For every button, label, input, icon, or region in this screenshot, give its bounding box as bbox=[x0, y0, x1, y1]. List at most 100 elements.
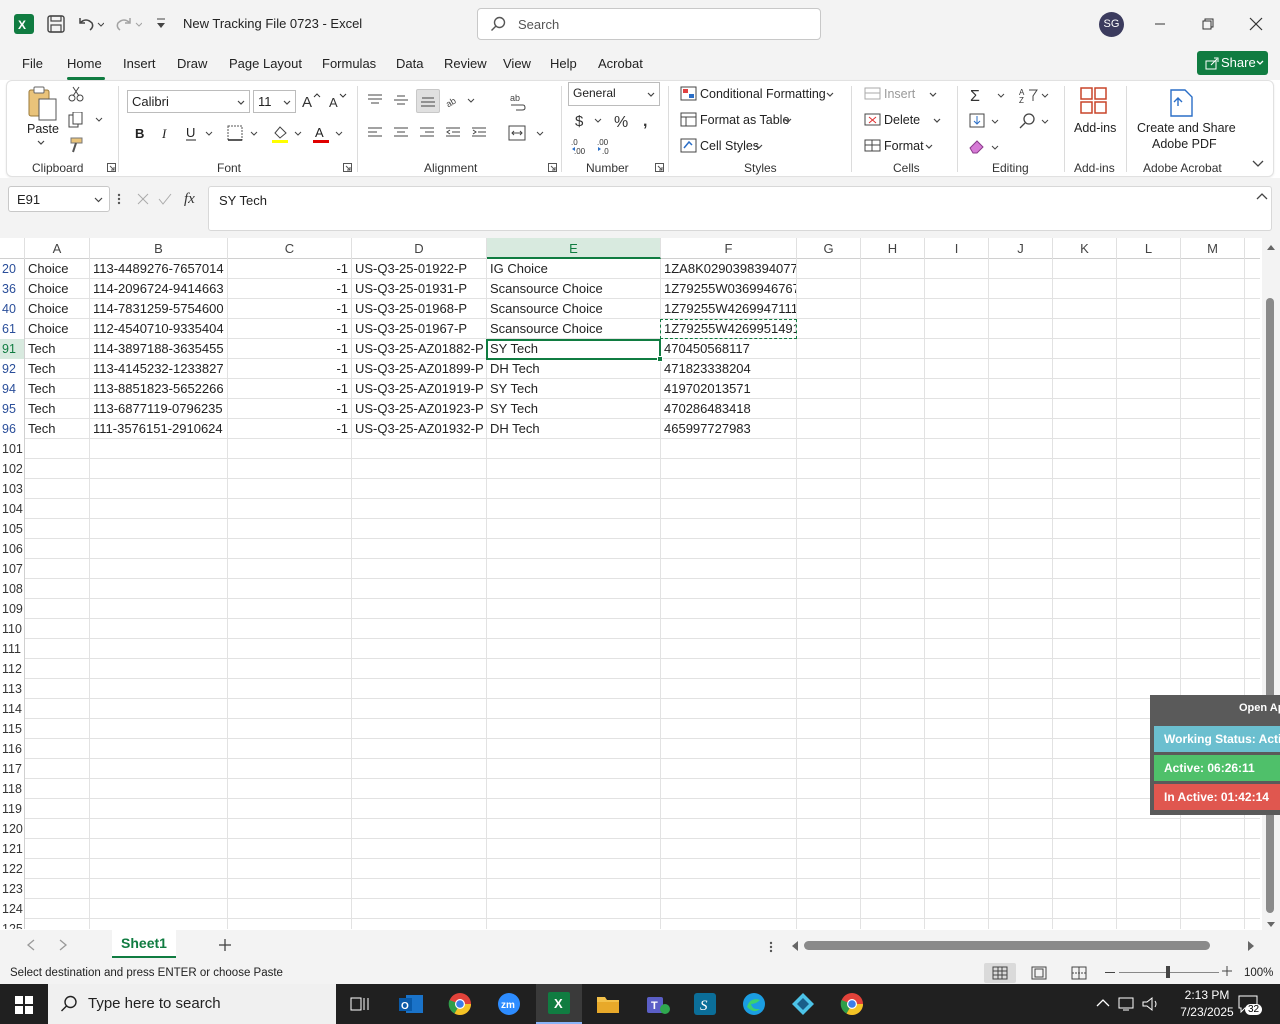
scroll-left-icon[interactable] bbox=[790, 940, 800, 952]
cell-a[interactable]: Choice bbox=[25, 319, 89, 339]
tab-home[interactable]: Home bbox=[67, 56, 102, 71]
cell-f[interactable]: 1Z79255W4269947111 bbox=[661, 299, 796, 319]
insert-function-icon[interactable]: fx bbox=[183, 189, 201, 207]
increase-decimal-icon[interactable]: .0.00 bbox=[571, 137, 591, 155]
align-left-icon[interactable] bbox=[367, 126, 383, 140]
row-header[interactable]: 110 bbox=[0, 619, 25, 639]
table-row[interactable]: 111 bbox=[0, 639, 1260, 659]
zoom-out-icon[interactable] bbox=[1105, 972, 1115, 973]
sort-filter-icon[interactable]: AZ bbox=[1018, 86, 1052, 104]
edge-icon[interactable] bbox=[742, 992, 766, 1016]
table-row[interactable]: 104 bbox=[0, 499, 1260, 519]
fill-icon[interactable] bbox=[968, 112, 1002, 130]
cell-c[interactable]: -1 bbox=[228, 399, 351, 419]
cell-a[interactable]: Tech bbox=[25, 399, 89, 419]
row-header[interactable]: 96 bbox=[0, 419, 25, 439]
column-header[interactable]: I bbox=[925, 238, 989, 259]
table-row[interactable]: 116 bbox=[0, 739, 1260, 759]
cell-a[interactable]: Tech bbox=[25, 419, 89, 439]
table-row[interactable]: 123 bbox=[0, 879, 1260, 899]
table-row[interactable]: 109 bbox=[0, 599, 1260, 619]
tab-file[interactable]: File bbox=[22, 56, 43, 71]
table-row[interactable]: 40 Choice 114-7831259-5754600 -1 US-Q3-25-01… bbox=[0, 299, 1260, 319]
row-header[interactable]: 94 bbox=[0, 379, 25, 399]
row-header[interactable]: 92 bbox=[0, 359, 25, 379]
column-header[interactable]: F bbox=[661, 238, 797, 259]
row-header[interactable]: 120 bbox=[0, 819, 25, 839]
align-middle-icon[interactable] bbox=[393, 92, 409, 108]
dialog-launcher-icon[interactable] bbox=[107, 163, 116, 172]
tab-data[interactable]: Data bbox=[396, 56, 423, 71]
row-header[interactable]: 123 bbox=[0, 879, 25, 899]
page-layout-view-icon[interactable] bbox=[1031, 966, 1047, 980]
row-header[interactable]: 111 bbox=[0, 639, 25, 659]
table-row[interactable]: 121 bbox=[0, 839, 1260, 859]
zoom-in-icon[interactable] bbox=[1222, 966, 1232, 976]
task-view-icon[interactable] bbox=[350, 995, 370, 1013]
app-diamond-icon[interactable] bbox=[791, 992, 815, 1016]
tab-acrobat[interactable]: Acrobat bbox=[598, 56, 643, 71]
underline-icon[interactable]: U bbox=[184, 124, 216, 142]
create-pdf-icon[interactable] bbox=[1168, 88, 1196, 118]
format-cells-button[interactable]: Format bbox=[884, 139, 924, 153]
normal-view-icon[interactable] bbox=[984, 963, 1016, 983]
row-header[interactable]: 101 bbox=[0, 439, 25, 459]
format-as-table-button[interactable]: Format as Table bbox=[700, 113, 789, 127]
table-row[interactable]: 96 Tech 111-3576151-2910624 -1 US-Q3-25-AZ01… bbox=[0, 419, 1260, 439]
clear-icon[interactable] bbox=[968, 138, 1002, 156]
row-header[interactable]: 95 bbox=[0, 399, 25, 419]
cell-e[interactable]: Scansource Choice bbox=[487, 319, 660, 339]
bold-icon[interactable]: B bbox=[133, 124, 147, 142]
chrome-icon[interactable] bbox=[448, 992, 472, 1016]
add-sheet-icon[interactable] bbox=[218, 938, 232, 952]
cell-e[interactable]: DH Tech bbox=[487, 359, 660, 379]
align-top-icon[interactable] bbox=[367, 92, 383, 108]
undo-icon[interactable] bbox=[76, 15, 104, 33]
collapse-ribbon-icon[interactable] bbox=[1252, 160, 1264, 168]
cell-a[interactable]: Choice bbox=[25, 279, 89, 299]
currency-icon[interactable]: $ bbox=[573, 112, 605, 130]
cell-b[interactable]: 111-3576151-2910624 bbox=[90, 419, 227, 439]
chevron-up-icon[interactable] bbox=[1096, 998, 1110, 1008]
save-icon[interactable] bbox=[47, 15, 65, 33]
row-header[interactable]: 117 bbox=[0, 759, 25, 779]
cell-a[interactable]: Tech bbox=[25, 359, 89, 379]
avatar[interactable]: SG bbox=[1099, 12, 1124, 37]
cut-icon[interactable] bbox=[68, 86, 84, 102]
column-header[interactable]: A bbox=[25, 238, 90, 259]
chrome-icon[interactable] bbox=[840, 992, 864, 1016]
row-header[interactable]: 122 bbox=[0, 859, 25, 879]
tab-review[interactable]: Review bbox=[444, 56, 487, 71]
scroll-right-icon[interactable] bbox=[1246, 940, 1256, 952]
network-icon[interactable] bbox=[1118, 996, 1136, 1012]
column-header[interactable]: E bbox=[487, 238, 661, 259]
cancel-icon[interactable] bbox=[136, 192, 150, 206]
row-header[interactable]: 104 bbox=[0, 499, 25, 519]
row-header[interactable]: 115 bbox=[0, 719, 25, 739]
cell-e[interactable]: SY Tech bbox=[487, 379, 660, 399]
row-header[interactable]: 125 bbox=[0, 919, 25, 929]
dialog-launcher-icon[interactable] bbox=[343, 163, 352, 172]
autosum-icon[interactable]: Σ bbox=[968, 86, 1008, 104]
row-header[interactable]: 20 bbox=[0, 259, 25, 279]
close-icon[interactable] bbox=[1244, 12, 1268, 36]
table-row[interactable]: 114 bbox=[0, 699, 1260, 719]
cell-f[interactable]: 1ZA8K0290398394077 bbox=[661, 259, 796, 279]
row-header[interactable]: 113 bbox=[0, 679, 25, 699]
zoom-slider-thumb[interactable] bbox=[1166, 966, 1170, 978]
restore-icon[interactable] bbox=[1196, 12, 1220, 36]
column-header[interactable]: B bbox=[90, 238, 228, 259]
table-row[interactable]: 92 Tech 113-4145232-1233827 -1 US-Q3-25-AZ01… bbox=[0, 359, 1260, 379]
row-header[interactable]: 106 bbox=[0, 539, 25, 559]
percent-icon[interactable]: % bbox=[613, 112, 631, 130]
row-header[interactable]: 108 bbox=[0, 579, 25, 599]
select-all-corner[interactable] bbox=[0, 238, 25, 259]
row-header[interactable]: 119 bbox=[0, 799, 25, 819]
table-row[interactable]: 124 bbox=[0, 899, 1260, 919]
cell-c[interactable]: -1 bbox=[228, 419, 351, 439]
row-header[interactable]: 105 bbox=[0, 519, 25, 539]
zoom-level[interactable]: 100% bbox=[1244, 967, 1273, 979]
cell-d[interactable]: US-Q3-25-AZ01919-P bbox=[352, 379, 486, 399]
tab-help[interactable]: Help bbox=[550, 56, 577, 71]
tab-insert[interactable]: Insert bbox=[123, 56, 156, 71]
